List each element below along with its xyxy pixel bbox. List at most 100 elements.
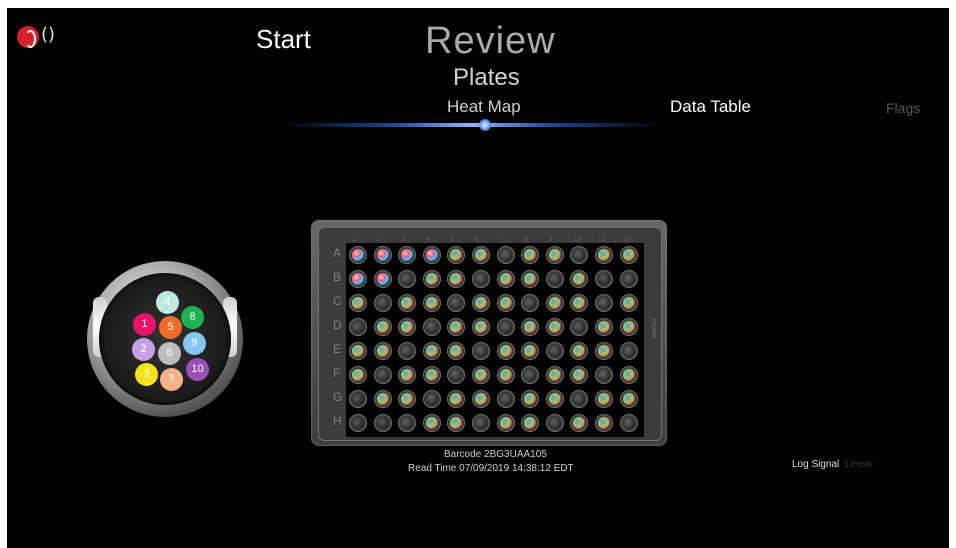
plate-well-F4[interactable] xyxy=(422,366,441,384)
plate-well-A6[interactable] xyxy=(472,246,490,264)
plate-well-A12[interactable] xyxy=(619,246,638,264)
plate-well-C9[interactable] xyxy=(545,294,564,312)
plate-well-H8[interactable] xyxy=(521,414,540,432)
plate-well-A8[interactable] xyxy=(521,246,540,264)
plate-well-G1[interactable] xyxy=(349,390,367,408)
legend-region-4[interactable]: 4 xyxy=(156,291,179,314)
plate-well-G9[interactable] xyxy=(545,390,564,408)
plate-well-E3[interactable] xyxy=(398,342,417,360)
plate-well-D12[interactable] xyxy=(619,318,638,336)
plate-well-B11[interactable] xyxy=(595,270,613,288)
legend-region-9[interactable]: 9 xyxy=(183,332,206,355)
plate-well-B4[interactable] xyxy=(422,270,441,288)
app-logo[interactable]: () xyxy=(17,24,57,50)
plate-well-H10[interactable] xyxy=(570,414,589,432)
legend-region-2[interactable]: 2 xyxy=(132,338,155,361)
plate-well-C3[interactable] xyxy=(398,294,417,312)
plate-well-B9[interactable] xyxy=(545,270,564,288)
plate-well-H2[interactable] xyxy=(373,414,392,432)
plate-well-D5[interactable] xyxy=(447,318,466,336)
plate-well-F2[interactable] xyxy=(373,366,392,384)
plate-well-B12[interactable] xyxy=(619,270,638,288)
plate-well-C5[interactable] xyxy=(447,294,466,312)
plate-well-C11[interactable] xyxy=(595,294,613,312)
plate-well-B6[interactable] xyxy=(472,270,490,288)
plate-well-C8[interactable] xyxy=(521,294,540,312)
plate-well-G3[interactable] xyxy=(398,390,417,408)
plate-well-H7[interactable] xyxy=(496,414,515,432)
plate-well-A5[interactable] xyxy=(447,246,466,264)
plate-well-H5[interactable] xyxy=(447,414,466,432)
plate-well-E2[interactable] xyxy=(373,342,392,360)
plate-well-A4[interactable] xyxy=(422,246,441,264)
plate-well-G2[interactable] xyxy=(373,390,392,408)
plate-well-H12[interactable] xyxy=(619,414,638,432)
legend-region-8[interactable]: 8 xyxy=(181,306,204,329)
plate-well-B3[interactable] xyxy=(398,270,417,288)
plate-well-D7[interactable] xyxy=(496,318,515,336)
nav-start[interactable]: Start xyxy=(256,24,311,55)
plate-well-A2[interactable] xyxy=(373,246,392,264)
plate-well-E11[interactable] xyxy=(595,342,613,360)
plate-well-E7[interactable] xyxy=(496,342,515,360)
plate-well-C1[interactable] xyxy=(349,294,367,312)
plate-well-F11[interactable] xyxy=(595,366,613,384)
plate-well-E8[interactable] xyxy=(521,342,540,360)
plate-well-A10[interactable] xyxy=(570,246,589,264)
plate-well-E12[interactable] xyxy=(619,342,638,360)
plate-well-D3[interactable] xyxy=(398,318,417,336)
plate-well-E9[interactable] xyxy=(545,342,564,360)
legend-region-1[interactable]: 1 xyxy=(133,313,156,336)
plate-well-B7[interactable] xyxy=(496,270,515,288)
plate-well-C10[interactable] xyxy=(570,294,589,312)
plate-well-D11[interactable] xyxy=(595,318,613,336)
plate-well-A11[interactable] xyxy=(595,246,613,264)
plate-well-F8[interactable] xyxy=(521,366,540,384)
log-signal-toggle[interactable]: Log Signal xyxy=(792,459,839,470)
plate-well-E1[interactable] xyxy=(349,342,367,360)
plate-well-D2[interactable] xyxy=(373,318,392,336)
legend-region-5[interactable]: 5 xyxy=(159,316,182,339)
plate-well-F6[interactable] xyxy=(472,366,490,384)
plate-well-H1[interactable] xyxy=(349,414,367,432)
plate-well-B5[interactable] xyxy=(447,270,466,288)
plate-well-F1[interactable] xyxy=(349,366,367,384)
plate-well-D9[interactable] xyxy=(545,318,564,336)
plate-well-G5[interactable] xyxy=(447,390,466,408)
plate-well-D8[interactable] xyxy=(521,318,540,336)
plate-well-F5[interactable] xyxy=(447,366,466,384)
nav-plates[interactable]: Plates xyxy=(453,64,520,92)
plate-well-G12[interactable] xyxy=(619,390,638,408)
tab-heat-map[interactable]: Heat Map xyxy=(447,97,521,117)
plate-well-C4[interactable] xyxy=(422,294,441,312)
plate-well-C7[interactable] xyxy=(496,294,515,312)
plate-well-H11[interactable] xyxy=(595,414,613,432)
plate-well-H4[interactable] xyxy=(422,414,441,432)
plate-well-H3[interactable] xyxy=(398,414,417,432)
tab-flags[interactable]: Flags xyxy=(886,100,920,116)
plate-well-H6[interactable] xyxy=(472,414,490,432)
plate-well-E10[interactable] xyxy=(570,342,589,360)
plate-well-B8[interactable] xyxy=(521,270,540,288)
plate-well-B1[interactable] xyxy=(349,270,367,288)
legend-region-10[interactable]: 10 xyxy=(186,358,209,381)
legend-region-3[interactable]: 3 xyxy=(135,363,158,386)
plate-well-G6[interactable] xyxy=(472,390,490,408)
plate-well-A3[interactable] xyxy=(398,246,417,264)
plate-well-C2[interactable] xyxy=(373,294,392,312)
legend-region-6[interactable]: 6 xyxy=(158,342,181,365)
plate-well-G7[interactable] xyxy=(496,390,515,408)
plate-well-C6[interactable] xyxy=(472,294,490,312)
plate-well-F10[interactable] xyxy=(570,366,589,384)
plate-well-A1[interactable] xyxy=(349,246,367,264)
plate-well-C12[interactable] xyxy=(619,294,638,312)
linear-signal-toggle[interactable]: Linear xyxy=(845,459,873,470)
plate-well-B2[interactable] xyxy=(373,270,392,288)
plate-well-G11[interactable] xyxy=(595,390,613,408)
plate-well-G8[interactable] xyxy=(521,390,540,408)
plate-well-F12[interactable] xyxy=(619,366,638,384)
plate-well-D10[interactable] xyxy=(570,318,589,336)
plate-well-E5[interactable] xyxy=(447,342,466,360)
legend-region-7[interactable]: 7 xyxy=(160,368,183,391)
plate-well-H9[interactable] xyxy=(545,414,564,432)
